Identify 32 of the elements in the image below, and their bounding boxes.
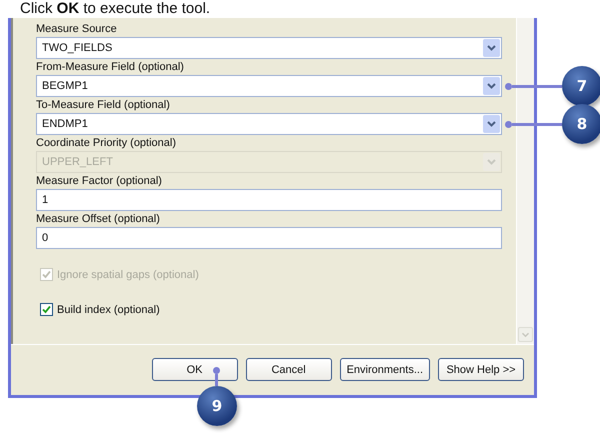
- scrollbar[interactable]: [516, 18, 534, 344]
- dialog-button[interactable]: OK: [152, 358, 238, 381]
- dropdown-field[interactable]: ENDMP1: [36, 113, 502, 135]
- instruction-text: Click OK to execute the tool.: [19, 0, 212, 18]
- field-label: Measure Source: [36, 22, 118, 37]
- checkbox[interactable]: [40, 303, 53, 316]
- chevron-down-icon: [483, 77, 500, 95]
- chevron-down-icon: [483, 153, 500, 171]
- chevron-down-icon[interactable]: [518, 327, 533, 342]
- checkbox-label: Build index (optional): [57, 304, 160, 316]
- dropdown-field[interactable]: BEGMP1: [36, 75, 502, 97]
- field-label: From-Measure Field (optional): [36, 60, 185, 75]
- field-label: Measure Offset (optional): [36, 212, 161, 227]
- dropdown-field[interactable]: TWO_FIELDS: [36, 37, 502, 59]
- leader-line: [512, 122, 562, 126]
- dialog-button[interactable]: Show Help >>: [438, 358, 524, 381]
- leader-dot: [505, 120, 512, 128]
- step-number-badge: 7: [562, 66, 600, 106]
- dialog-button[interactable]: Environments...: [340, 358, 430, 381]
- checkbox-label: Ignore spatial gaps (optional): [57, 268, 199, 280]
- input-field[interactable]: 1: [36, 189, 502, 211]
- leader-dot: [505, 82, 512, 90]
- step-number-badge: 9: [196, 386, 237, 426]
- dialog-button[interactable]: Cancel: [246, 358, 332, 381]
- chevron-down-icon: [483, 39, 500, 57]
- field-label: To-Measure Field (optional): [36, 98, 171, 113]
- field-label: Coordinate Priority (optional): [36, 136, 178, 151]
- leader-line: [512, 84, 562, 88]
- chevron-down-icon: [483, 115, 500, 133]
- step-number-badge: 8: [562, 104, 600, 144]
- field-label: Measure Factor (optional): [36, 174, 163, 189]
- input-field[interactable]: 0: [36, 227, 502, 249]
